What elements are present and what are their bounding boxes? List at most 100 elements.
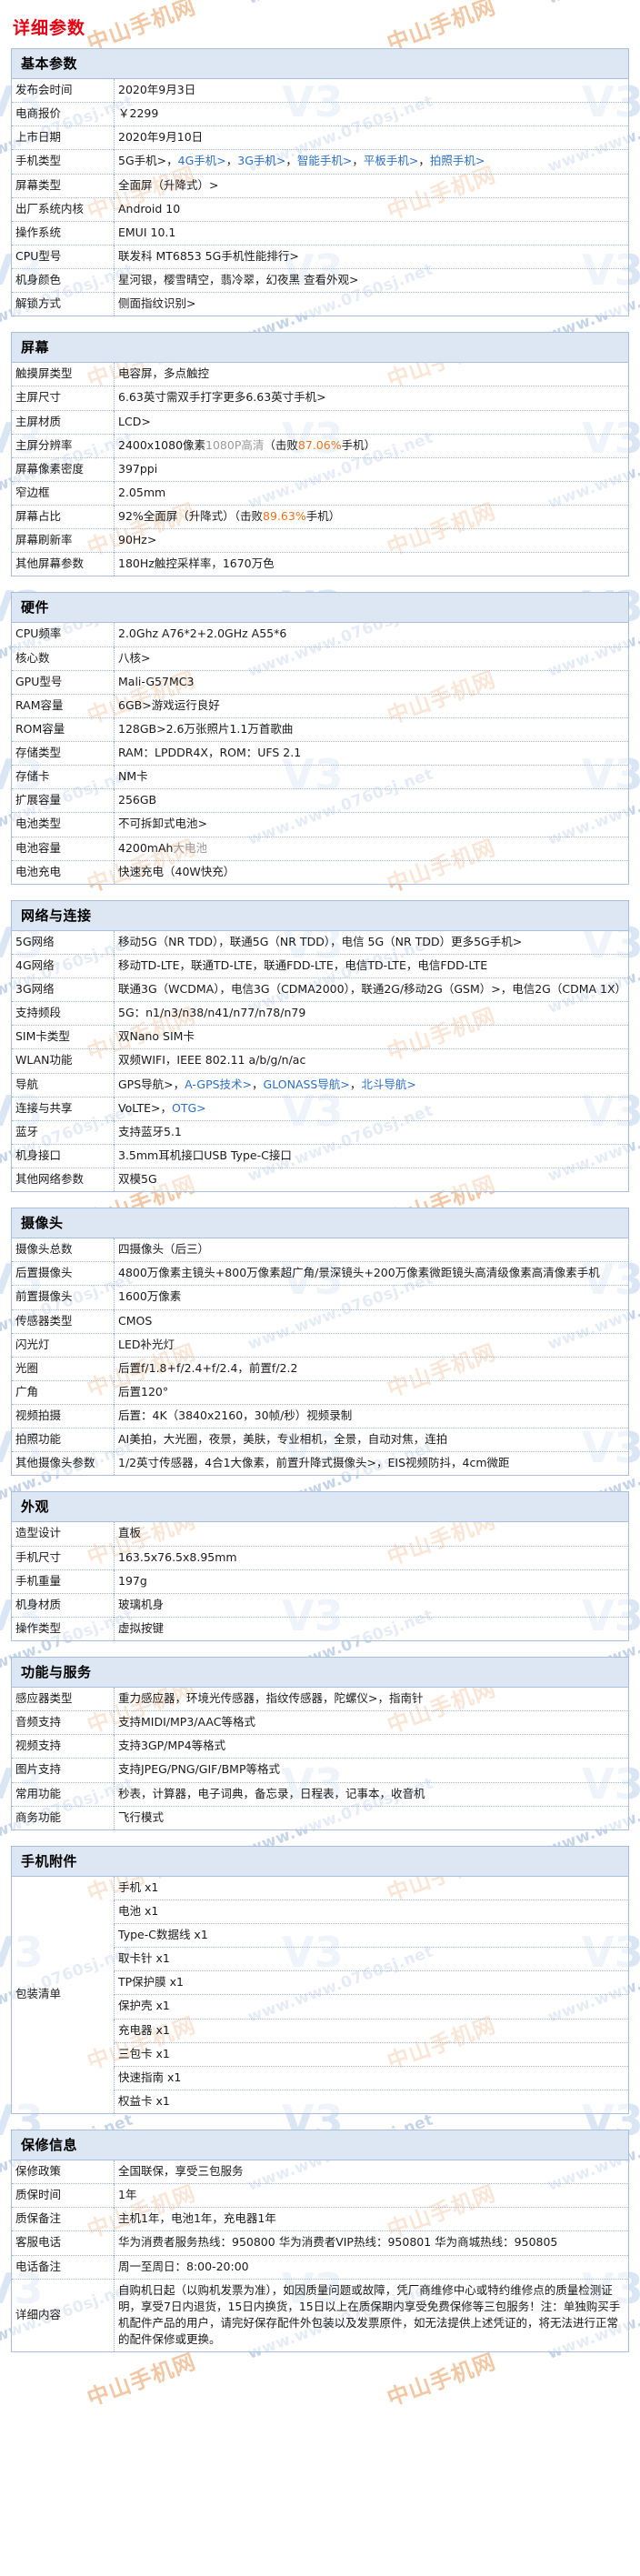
spec-row: 出厂系统内核 Android 10 [12, 196, 628, 222]
spec-row-value: 支持MIDI/MP3/AAC等格式 [114, 1710, 628, 1735]
spec-block-network: 网络与连接 5G网络 移动5G（NR TDD），联通5G（NR TDD），电信 5G… [11, 899, 629, 1193]
spec-row-value: 256GB [114, 788, 628, 813]
spec-row-value: VoLTE>，OTG> [114, 1096, 628, 1121]
spec-block-title-camera: 摄像头 [12, 1208, 628, 1239]
spec-row-key: 机身材质 [12, 1592, 115, 1618]
spec-row-key: 触摸屏类型 [15, 366, 73, 381]
spec-row: WLAN功能 双频WIFI，IEEE 802.11 a/b/g/n/ac [12, 1048, 628, 1073]
spec-table-screen: 触摸屏类型 电容屏，多点触控 主屏尺寸 6.63英寸需双手打字更多6.63英寸手机> 主… [12, 363, 628, 576]
spec-row-key: 机身颜色 [12, 267, 115, 293]
spec-row: 主屏分辨率 2400x1080像素1080P高清（击败87.06%手机） [12, 433, 628, 458]
spec-row: 机身接口 3.5mm耳机接口USB Type-C接口 [12, 1143, 628, 1168]
spec-row-key: 屏幕占比 [12, 504, 115, 529]
spec-row-key: 解锁方式 [12, 292, 115, 316]
spec-row-value: 1600万像素 [114, 1285, 628, 1309]
spec-row-value: 后置120° [114, 1379, 628, 1405]
spec-row-value: 397ppi [114, 456, 628, 482]
spec-row-key: 手机尺寸 [12, 1545, 115, 1570]
spec-row-key: 其他屏幕参数 [12, 552, 115, 576]
spec-block-title-warranty: 保修信息 [12, 2130, 628, 2160]
spec-row: 其他屏幕参数 180Hz触控采样率，1670万色 [12, 552, 628, 576]
spec-page: www.www.0760sj.net中山手机网V3www.www.0760sj.… [0, 0, 640, 2404]
spec-row-value: 180Hz触控采样率，1670万色 [114, 552, 628, 576]
spec-row-value: 虚拟按键 [114, 1616, 628, 1640]
spec-row-key: 手机类型 [12, 149, 115, 174]
spec-row: 广角 后置120° [12, 1379, 628, 1405]
spec-row: 前置摄像头 1600万像素 [12, 1285, 628, 1309]
spec-row: 视频拍摄 后置：4K（3840x2160，30帧/秒）视频录制 [12, 1403, 628, 1428]
spec-row-key: 前置摄像头 [12, 1285, 115, 1309]
spec-row-key: 客服电话 [12, 2230, 115, 2255]
spec-row-value: 163.5x76.5x8.95mm [114, 1545, 628, 1570]
packing-list-item: 取卡针 x1 [114, 1947, 628, 1971]
spec-row-value: 4800万像素主镜头+800万像素超广角/景深镜头+200万像素微距镜头高清级像… [114, 1261, 628, 1286]
spec-row-value: 华为消费者服务热线：950800 华为消费者VIP热线：950801 华为商城热… [114, 2230, 628, 2255]
spec-row-key: 蓝牙 [12, 1119, 115, 1145]
spec-block-title-basic: 基本参数 [12, 49, 628, 79]
spec-row: 屏幕像素密度 397ppi [12, 456, 628, 482]
spec-row: 客服电话 华为消费者服务热线：950800 华为消费者VIP热线：950801 华… [12, 2230, 628, 2255]
spec-block-camera: 摄像头摄像头总数 四摄像头（后三） 后置摄像头 4800万像素主镜头+800万像素超广… [11, 1208, 629, 1477]
spec-row: 手机类型 5G手机>，4G手机>，3G手机>，智能手机>，平板手机>，拍照手机> [12, 149, 628, 174]
spec-row: 扩展容量 256GB [12, 788, 628, 813]
spec-row-key: 视频支持 [12, 1734, 115, 1759]
spec-row-key: 核心数 [12, 646, 115, 671]
spec-row-key: 发布会时间 [15, 83, 73, 96]
spec-row-value: 6.63英寸需双手打字更多6.63英寸手机> [114, 386, 628, 410]
spec-row-value: CMOS [114, 1308, 628, 1334]
spec-row-key: 上市日期 [12, 125, 115, 150]
spec-row: 上市日期 2020年9月10日 [12, 125, 628, 150]
spec-row: 质保时间 1年 [12, 2183, 628, 2208]
spec-row-value: 2400x1080像素1080P高清（击败87.06%手机） [114, 433, 628, 458]
spec-row-key: 操作系统 [12, 220, 115, 246]
spec-row: 连接与共享 VoLTE>，OTG> [12, 1096, 628, 1121]
spec-table-features: 感应器类型 重力感应器，环境光传感器，指纹传感器，陀螺仪>，指南针 音频支持 支持MI… [12, 1688, 628, 1829]
spec-row: 机身颜色 星河银，樱雪晴空，翡冷翠，幻夜黑 查看外观> [12, 267, 628, 293]
packing-list-item: Type-C数据线 x1 [114, 1922, 628, 1948]
spec-row: CPU型号 联发科 MT6853 5G手机性能排行> [12, 244, 628, 269]
spec-row: 屏幕刷新率 90Hz> [12, 528, 628, 553]
spec-row-value: 90Hz> [114, 528, 628, 553]
spec-row-value: 联发科 MT6853 5G手机性能排行> [114, 244, 628, 269]
spec-row-key: 4G网络 [12, 953, 115, 978]
spec-row-key: 电池容量 [12, 836, 115, 861]
spec-row-key: 光圈 [12, 1356, 115, 1381]
spec-row: 机身材质 玻璃机身 [12, 1592, 628, 1618]
spec-row: 主屏尺寸 6.63英寸需双手打字更多6.63英寸手机> [12, 386, 628, 410]
packing-list-row: 包装清单 手机 x1 [12, 1876, 628, 2000]
spec-row-key: 拍照功能 [12, 1428, 115, 1452]
spec-row-key: 保修政策 [15, 2164, 62, 2178]
spec-row: 解锁方式 侧面指纹识别> [12, 292, 628, 316]
spec-row-value: 快速充电（40W快充） [114, 859, 628, 884]
spec-row: 操作系统 EMUI 10.1 [12, 220, 628, 246]
watermark-text: 中山手机网 [84, 2348, 200, 2405]
spec-row-key: 音频支持 [12, 1710, 115, 1735]
packing-list-item: 充电器 x1 [114, 2018, 628, 2043]
spec-row-value: 92%全面屏（升降式）（击败89.63%手机） [114, 504, 628, 529]
spec-row-key: GPU型号 [12, 669, 115, 695]
spec-row: 保修政策 全国联保，享受三包服务 [12, 2160, 628, 2184]
spec-row: 支持频段 5G：n1/n3/n38/n41/n77/n78/n79 [12, 1001, 628, 1026]
spec-row-key: 闪光灯 [12, 1332, 115, 1358]
spec-row-key: 广角 [12, 1379, 115, 1405]
spec-row-value: AI美拍，大光圈，夜景，美肤，专业相机，全景，自动对焦，连拍 [114, 1428, 628, 1452]
spec-row-key: 摄像头总数 [15, 1242, 73, 1257]
spec-row: 屏幕占比 92%全面屏（升降式）（击败89.63%手机） [12, 504, 628, 529]
spec-row-value: 飞行模式 [114, 1805, 628, 1829]
spec-row-value: 四摄像头（后三） [114, 1238, 628, 1262]
spec-row-key: RAM容量 [12, 693, 115, 718]
spec-row-value: 4200mAh大电池 [114, 836, 628, 861]
spec-row: 后置摄像头 4800万像素主镜头+800万像素超广角/景深镜头+200万像素微距镜… [12, 1261, 628, 1286]
spec-row-key: 手机重量 [12, 1569, 115, 1594]
spec-row-value: 移动TD-LTE，联通TD-LTE，联通FDD-LTE，电信TD-LTE，电信F… [114, 953, 628, 978]
spec-row-key: 屏幕像素密度 [12, 456, 115, 482]
spec-block-title-appearance: 外观 [12, 1492, 628, 1523]
spec-table-accessories: 包装清单 手机 x1 电池 x1 Type-C数据线 x1 取卡针 x1 TP保护膜 x1… [12, 1876, 628, 2113]
spec-row: 发布会时间 2020年9月3日 [12, 79, 628, 103]
spec-row-key: 其他网络参数 [12, 1168, 115, 1192]
spec-row-value: EMUI 10.1 [114, 220, 628, 246]
spec-row-value: 197g [114, 1569, 628, 1594]
spec-row-key: 主屏尺寸 [12, 386, 115, 410]
spec-row-key: 质保备注 [12, 2207, 115, 2231]
spec-row: 手机尺寸 163.5x76.5x8.95mm [12, 1545, 628, 1570]
